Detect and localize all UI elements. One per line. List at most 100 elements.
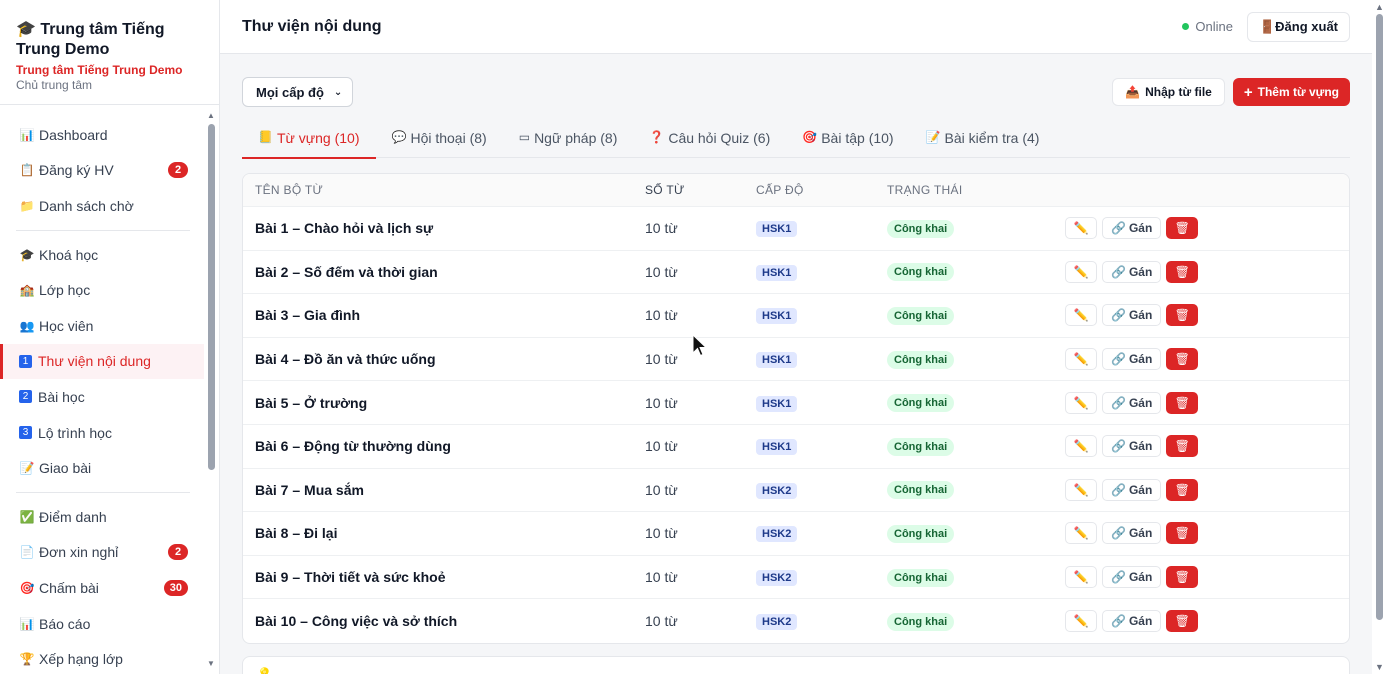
- row-actions: ✏️ 🔗 Gán 🗑: [1065, 522, 1199, 545]
- assign-button[interactable]: 🔗 Gán: [1102, 304, 1162, 327]
- sidebar-item-grading[interactable]: 🎯 Chấm bài 30: [0, 570, 204, 606]
- users-icon: 👥: [19, 318, 35, 333]
- row-actions: ✏️ 🔗 Gán 🗑: [1065, 304, 1199, 327]
- logout-button[interactable]: 🚪Đăng xuất: [1246, 11, 1350, 42]
- sidebar-item-classes[interactable]: 🏫 Lớp học: [0, 272, 204, 308]
- assign-button[interactable]: 🔗 Gán: [1102, 478, 1162, 501]
- sidebar-scrollbar[interactable]: ▲ ▼: [206, 112, 216, 668]
- delete-button[interactable]: 🗑: [1166, 304, 1199, 327]
- chevron-down-icon: ⌄: [333, 86, 343, 98]
- assign-button[interactable]: 🔗 Gán: [1102, 566, 1162, 589]
- edit-button[interactable]: ✏️: [1065, 522, 1097, 545]
- sidebar-item-content-library[interactable]: 1 Thư viện nội dung: [0, 343, 204, 380]
- table-row: Bài 2 – Số đếm và thời gian 10 từ HSK1 Công…: [243, 251, 1349, 295]
- delete-button[interactable]: 🗑: [1166, 566, 1199, 589]
- sidebar-item-lessons[interactable]: 2 Bài học: [0, 379, 204, 415]
- divider: [16, 229, 190, 231]
- tab-grammar[interactable]: ▭ Ngữ pháp (8): [503, 130, 634, 158]
- delete-button[interactable]: 🗑: [1166, 391, 1199, 414]
- row-status: Công khai: [887, 306, 1065, 325]
- scroll-up-icon[interactable]: ▲: [1372, 2, 1387, 12]
- sidebar: 🎓 Trung tâm Tiếng Trung Demo Trung tâm T…: [0, 0, 220, 674]
- row-name: Bài 9 – Thời tiết và sức khoẻ: [255, 569, 446, 586]
- trash-icon: 🗑: [1174, 526, 1190, 541]
- level-badge: HSK2: [756, 526, 798, 543]
- scrollbar-thumb[interactable]: [1376, 14, 1383, 620]
- toolbar-actions: 📤 Nhập từ file + Thêm từ vựng: [1112, 78, 1350, 106]
- delete-button[interactable]: 🗑: [1166, 610, 1199, 633]
- document-icon: 📄: [19, 545, 35, 560]
- book-icon: ▭: [518, 130, 531, 144]
- table-row: Bài 3 – Gia đình 10 từ HSK1 Công khai ✏️ 🔗 Gán…: [243, 294, 1349, 338]
- scroll-down-icon[interactable]: ▼: [1372, 662, 1387, 672]
- edit-button[interactable]: ✏️: [1065, 217, 1097, 240]
- scroll-up-icon[interactable]: ▲: [206, 112, 216, 120]
- tab-exercises[interactable]: 🎯 Bài tập (10): [786, 130, 909, 158]
- sidebar-item-students[interactable]: 👥 Học viên: [0, 308, 204, 344]
- row-status: Công khai: [887, 612, 1065, 631]
- sidebar-item-class-ranking[interactable]: 🏆 Xếp hạng lớp: [0, 641, 204, 674]
- row-actions: ✏️ 🔗 Gán 🗑: [1065, 260, 1199, 283]
- sidebar-item-courses[interactable]: 🎓 Khoá học: [0, 237, 204, 273]
- edit-button[interactable]: ✏️: [1065, 566, 1097, 589]
- assign-button[interactable]: 🔗 Gán: [1102, 522, 1162, 545]
- assign-button[interactable]: 🔗 Gán: [1102, 217, 1162, 240]
- topbar-right: Online 🚪Đăng xuất: [1182, 11, 1350, 42]
- trash-icon: 🗑: [1174, 264, 1190, 279]
- row-name: Bài 8 – Đi lại: [255, 525, 338, 542]
- row-count: 10 từ: [645, 525, 678, 542]
- scrollbar-thumb[interactable]: [208, 124, 215, 470]
- delete-button[interactable]: 🗑: [1166, 478, 1199, 501]
- delete-button[interactable]: 🗑: [1166, 260, 1199, 283]
- sidebar-item-leave-requests[interactable]: 📄 Đơn xin nghỉ 2: [0, 535, 204, 571]
- tab-vocabulary[interactable]: 📒 Từ vựng (10): [242, 130, 376, 159]
- delete-button[interactable]: 🗑: [1166, 435, 1199, 458]
- number-three-icon: 3: [19, 426, 32, 440]
- row-level: HSK2: [756, 481, 887, 499]
- import-file-button[interactable]: 📤 Nhập từ file: [1112, 78, 1225, 106]
- assign-button[interactable]: 🔗 Gán: [1102, 348, 1162, 371]
- sidebar-item-dashboard[interactable]: 📊 Dashboard: [0, 117, 204, 153]
- status-badge: Công khai: [887, 350, 955, 369]
- delete-button[interactable]: 🗑: [1166, 217, 1199, 240]
- sidebar-item-attendance[interactable]: ✅ Điểm danh: [0, 499, 204, 535]
- add-vocabulary-button[interactable]: + Thêm từ vựng: [1232, 78, 1350, 106]
- row-name: Bài 7 – Mua sắm: [255, 481, 364, 498]
- tab-tests[interactable]: 📝 Bài kiểm tra (4): [910, 130, 1056, 158]
- scroll-down-icon[interactable]: ▼: [206, 660, 216, 668]
- sidebar-item-waitlist[interactable]: 📁 Danh sách chờ: [0, 188, 204, 224]
- delete-button[interactable]: 🗑: [1166, 522, 1199, 545]
- edit-button[interactable]: ✏️: [1065, 478, 1097, 501]
- school-icon: 🏫: [19, 283, 35, 298]
- assign-button[interactable]: 🔗 Gán: [1102, 435, 1162, 458]
- edit-button[interactable]: ✏️: [1065, 435, 1097, 458]
- row-status: Công khai: [887, 568, 1065, 587]
- row-name: Bài 4 – Đồ ăn và thức uống: [255, 351, 436, 368]
- level-select[interactable]: Mọi cấp độ ⌄: [242, 77, 354, 107]
- level-badge: HSK2: [756, 482, 798, 499]
- assign-button[interactable]: 🔗 Gán: [1102, 391, 1162, 414]
- count-badge: 2: [168, 162, 188, 179]
- memo-icon: 📝: [19, 461, 35, 476]
- assign-button[interactable]: 🔗 Gán: [1102, 610, 1162, 633]
- upload-icon: 📤: [1125, 85, 1141, 99]
- edit-button[interactable]: ✏️: [1065, 260, 1097, 283]
- sidebar-item-reports[interactable]: 📊 Báo cáo: [0, 606, 204, 642]
- tab-quiz[interactable]: ❓ Câu hỏi Quiz (6): [633, 130, 786, 158]
- sidebar-item-registration[interactable]: 📋 Đăng ký HV 2: [0, 153, 204, 189]
- status-badge: Công khai: [887, 437, 955, 456]
- edit-button[interactable]: ✏️: [1065, 391, 1097, 414]
- status-badge: Công khai: [887, 394, 955, 413]
- sidebar-item-learning-path[interactable]: 3 Lộ trình học: [0, 415, 204, 451]
- assign-button[interactable]: 🔗 Gán: [1102, 260, 1162, 283]
- edit-button[interactable]: ✏️: [1065, 304, 1097, 327]
- delete-button[interactable]: 🗑: [1166, 348, 1199, 371]
- sidebar-item-assignments[interactable]: 📝 Giao bài: [0, 450, 204, 486]
- trash-icon: 🗑: [1174, 308, 1190, 323]
- tab-dialogues[interactable]: 💬 Hội thoại (8): [376, 130, 503, 158]
- edit-button[interactable]: ✏️: [1065, 348, 1097, 371]
- edit-button[interactable]: ✏️: [1065, 610, 1097, 633]
- page-scrollbar[interactable]: ▲ ▼: [1372, 0, 1387, 674]
- link-icon: 🔗: [1111, 308, 1126, 323]
- row-status: Công khai: [887, 393, 1065, 413]
